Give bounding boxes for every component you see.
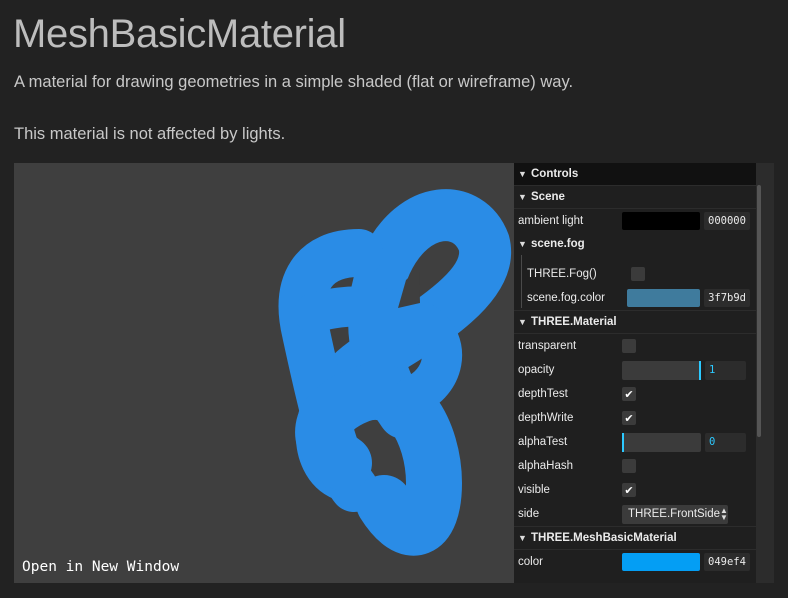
controls-scrollbar[interactable] <box>756 163 774 583</box>
chevron-down-icon: ▼ <box>518 317 527 327</box>
depth-write-checkbox[interactable]: ✔ <box>622 411 636 425</box>
ambient-light-label: ambient light <box>518 215 584 227</box>
fog-toggle-label: THREE.Fog() <box>527 268 597 280</box>
fog-color-row: scene.fog.color 3f7b9d <box>514 286 756 310</box>
open-in-new-window-link[interactable]: Open in New Window <box>22 559 179 575</box>
transparent-label: transparent <box>518 340 577 352</box>
color-swatch[interactable] <box>622 553 700 571</box>
check-icon: ✔ <box>624 484 634 497</box>
side-label: side <box>518 508 540 520</box>
color-row: color 049ef4 <box>514 550 756 574</box>
scene-folder-title: Scene <box>531 191 565 203</box>
alpha-hash-checkbox[interactable] <box>622 459 636 473</box>
scene-folder-header[interactable]: ▼ Scene <box>514 186 756 209</box>
depth-test-checkbox[interactable]: ✔ <box>622 387 636 401</box>
opacity-row: opacity 1 <box>514 358 756 382</box>
alpha-test-slider[interactable] <box>622 432 701 452</box>
opacity-slider[interactable] <box>622 360 701 380</box>
opacity-slider-handle[interactable] <box>699 360 701 380</box>
color-hex-input[interactable]: 049ef4 <box>704 553 750 571</box>
updown-arrows-icon: ▲ ▼ <box>720 506 728 522</box>
ambient-light-color-swatch[interactable] <box>622 212 700 230</box>
controls-folder-header[interactable]: ▼ Controls <box>514 163 756 186</box>
depth-test-row: depthTest ✔ <box>514 382 756 406</box>
3d-viewport[interactable]: Open in New Window <box>14 163 514 583</box>
fog-toggle-row: THREE.Fog() <box>514 262 756 286</box>
fog-color-hex-input[interactable]: 3f7b9d <box>704 289 750 307</box>
alpha-test-label: alphaTest <box>518 436 568 448</box>
description-line-1: A material for drawing geometries in a s… <box>14 73 574 91</box>
check-icon: ✔ <box>624 388 634 401</box>
side-select[interactable]: THREE.FrontSide ▲ ▼ <box>622 504 728 524</box>
scene-fog-folder-title: scene.fog <box>531 238 585 250</box>
alpha-hash-label: alphaHash <box>518 460 573 472</box>
visible-label: visible <box>518 484 550 496</box>
basic-material-folder-header[interactable]: ▼ THREE.MeshBasicMaterial <box>514 526 756 550</box>
visible-row: visible ✔ <box>514 478 756 502</box>
scene-fog-folder-header[interactable]: ▼ scene.fog <box>514 233 756 255</box>
transparent-checkbox[interactable] <box>622 339 636 353</box>
controls-panel: ▼ Controls ▼ Scene ambient light 000000 … <box>514 163 756 583</box>
depth-test-label: depthTest <box>518 388 568 400</box>
side-row: side THREE.FrontSide ▲ ▼ <box>514 502 756 526</box>
alpha-test-slider-handle[interactable] <box>622 432 624 452</box>
controls-title: Controls <box>531 168 579 180</box>
depth-write-row: depthWrite ✔ <box>514 406 756 430</box>
color-label: color <box>518 556 543 568</box>
opacity-label: opacity <box>518 364 555 376</box>
description-line-2: This material is not affected by lights. <box>14 125 286 143</box>
fog-toggle-checkbox[interactable] <box>631 267 645 281</box>
basic-material-folder-title: THREE.MeshBasicMaterial <box>531 532 677 544</box>
alpha-hash-row: alphaHash <box>514 454 756 478</box>
fog-color-swatch[interactable] <box>627 289 701 307</box>
page-title: MeshBasicMaterial <box>13 12 346 56</box>
chevron-down-icon: ▼ <box>518 533 527 543</box>
opacity-number-input[interactable]: 1 <box>705 360 746 380</box>
ambient-light-row: ambient light 000000 <box>514 209 756 233</box>
scrollbar-thumb[interactable] <box>757 185 761 437</box>
torus-knot-mesh <box>278 189 511 556</box>
visible-checkbox[interactable]: ✔ <box>622 483 636 497</box>
ambient-light-hex-input[interactable]: 000000 <box>704 212 750 230</box>
alpha-test-number-input[interactable]: 0 <box>705 432 746 452</box>
scene-fog-folder: ▼ scene.fog THREE.Fog() scene.fog.color … <box>514 233 756 310</box>
check-icon: ✔ <box>624 412 634 425</box>
chevron-down-icon: ▼ <box>518 192 527 202</box>
fog-color-label: scene.fog.color <box>527 292 605 304</box>
side-select-value: THREE.FrontSide <box>628 507 721 520</box>
chevron-down-icon: ▼ <box>518 169 527 179</box>
chevron-down-icon: ▼ <box>518 239 527 249</box>
material-folder-title: THREE.Material <box>531 316 617 328</box>
depth-write-label: depthWrite <box>518 412 574 424</box>
alpha-test-row: alphaTest 0 <box>514 430 756 454</box>
material-folder-header[interactable]: ▼ THREE.Material <box>514 310 756 334</box>
transparent-row: transparent <box>514 334 756 358</box>
